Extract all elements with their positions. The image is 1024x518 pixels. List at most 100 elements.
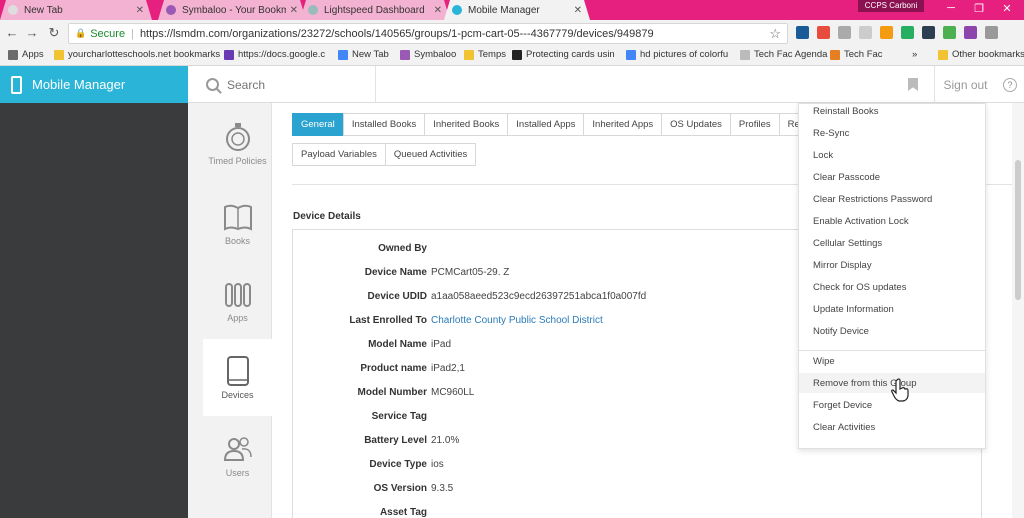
extension-icon[interactable] [859,26,872,39]
bookmark-item[interactable]: Apps [8,49,44,60]
menu-item[interactable]: Wipe [799,351,985,371]
bookmarks-overflow[interactable]: » [912,49,917,60]
bookmark-star-icon[interactable]: ☆ [769,26,781,42]
bookmark-item[interactable]: Tech Fac [830,49,883,60]
extension-icon[interactable] [838,26,851,39]
bookmark-item[interactable]: yourcharlotteschools.net bookmarks [54,49,220,60]
tab-label: Lightspeed Dashboard [324,4,425,16]
help-icon[interactable]: ? [1003,78,1017,92]
menu-item[interactable]: Notify Device [799,321,985,341]
scrollbar-thumb[interactable] [1015,160,1021,300]
folder-icon [938,49,948,60]
menu-item[interactable]: Update Information [799,299,985,319]
reload-icon[interactable]: ↻ [46,24,62,42]
search-input[interactable] [227,77,357,92]
menu-item[interactable]: Clear Passcode [799,167,985,187]
back-icon[interactable]: ← [4,24,20,42]
menu-item[interactable]: Mirror Display [799,255,985,275]
bookmark-item[interactable]: Protecting cards usin [512,49,615,60]
left-panel [0,103,188,518]
detail-value[interactable]: Charlotte County Public School District [431,315,603,326]
detail-row: Device Type ios [293,454,983,474]
detail-label: Device UDID [367,290,427,302]
bookmark-item[interactable]: hd pictures of colorfu [626,49,728,60]
menu-item[interactable]: Check for OS updates [799,277,985,297]
minimize-icon[interactable]: ─ [940,2,962,14]
detail-value: 21.0% [431,434,460,446]
bookmark-icon[interactable] [908,78,918,91]
extension-icon[interactable] [964,26,977,39]
extension-icon[interactable] [880,26,893,39]
tab-inherited-apps[interactable]: Inherited Apps [583,113,663,136]
bookmark-item[interactable]: New Tab [338,49,389,60]
bookmark-favicon-icon [464,49,474,60]
bookmark-item[interactable]: Temps [464,49,506,60]
rail-item-timed-policies[interactable]: Timed Policies [203,121,272,197]
url-field[interactable]: 🔒 Secure | https://lsmdm.com/organizatio… [68,23,788,44]
detail-row: Asset Tag [293,502,983,518]
rail-item-users[interactable]: Users [203,433,272,509]
detail-value: iPad [431,338,452,350]
browser-tab[interactable]: Symbaloo - Your Bookm ✕ [158,0,306,20]
menu-item[interactable]: Lock [799,145,985,165]
tab-profiles[interactable]: Profiles [729,113,780,136]
menu-item[interactable]: Enable Activation Lock [799,211,985,231]
menu-item[interactable]: Clear Restrictions Password [799,189,985,209]
menu-item[interactable]: Re-Sync [799,123,985,143]
menu-item[interactable]: Cellular Settings [799,233,985,253]
menu-item[interactable]: Reinstall Books [799,101,985,121]
menu-item[interactable]: Clear Activities [799,417,985,437]
bookmark-item[interactable]: https://docs.google.c [224,49,325,60]
other-bookmarks[interactable]: Other bookmarks [938,49,1024,60]
detail-row: OS Version 9.3.5 [293,478,983,498]
extension-icon[interactable] [922,26,935,39]
bookmark-label: hd pictures of colorfu [640,49,729,60]
extension-icon[interactable] [796,26,809,39]
tab-installed-books[interactable]: Installed Books [342,113,426,136]
tab-inherited-books[interactable]: Inherited Books [424,113,509,136]
detail-label: Asset Tag [379,506,427,518]
tab-general[interactable]: General [292,113,344,136]
bookmark-label: yourcharlotteschools.net bookmarks [68,49,221,60]
detail-label: Service Tag [371,410,427,422]
browser-tab[interactable]: Mobile Manager ✕ [444,0,590,20]
tab-payload-variables[interactable]: Payload Variables [292,143,386,166]
bookmark-label: Tech Fac [844,49,883,60]
bookmark-favicon-icon [626,49,636,60]
tab-close-icon[interactable]: ✕ [290,5,298,16]
bookmark-favicon-icon [400,49,410,60]
detail-label: Device Name [364,266,427,278]
browser-tab[interactable]: Lightspeed Dashboard ✕ [300,0,450,20]
close-window-icon[interactable]: ✕ [996,2,1018,15]
browser-tab[interactable]: New Tab ✕ [0,0,152,20]
rail-item-books[interactable]: Books [203,201,272,277]
extension-icon[interactable] [985,26,998,39]
bookmark-item[interactable]: Tech Fac Agenda [740,49,827,60]
detail-label: OS Version [373,482,427,494]
stopwatch-icon [225,123,250,151]
sign-out-button[interactable]: Sign out [934,66,996,103]
bookmark-favicon-icon [338,49,348,60]
tab-close-icon[interactable]: ✕ [434,5,442,16]
extension-icon[interactable] [901,26,914,39]
bookmark-item[interactable]: Symbaloo [400,49,456,60]
tab-favicon-icon [308,5,318,15]
detail-label: Product name [360,362,427,374]
tab-close-icon[interactable]: ✕ [136,5,144,16]
extension-icon[interactable] [943,26,956,39]
tab-close-icon[interactable]: ✕ [574,5,582,16]
app-brand[interactable]: Mobile Manager [0,66,188,103]
detail-label: Device Type [369,458,427,470]
tab-os-updates[interactable]: OS Updates [661,113,731,136]
tab-queued-activities[interactable]: Queued Activities [384,143,477,166]
detail-value: 9.3.5 [431,482,454,494]
detail-label: Battery Level [364,434,427,446]
tab-installed-apps[interactable]: Installed Apps [507,113,585,136]
rail-item-devices[interactable]: Devices [203,339,272,416]
address-bar: ← → ↻ 🔒 Secure | https://lsmdm.com/organ… [0,20,1024,46]
restore-icon[interactable]: ❐ [968,2,990,15]
forward-icon[interactable]: → [24,24,40,42]
extension-icon[interactable] [817,26,830,39]
device-tabs: General Installed Books Inherited Books Ins… [292,113,822,136]
profile-chip[interactable]: CCPS Carboni [858,0,924,12]
